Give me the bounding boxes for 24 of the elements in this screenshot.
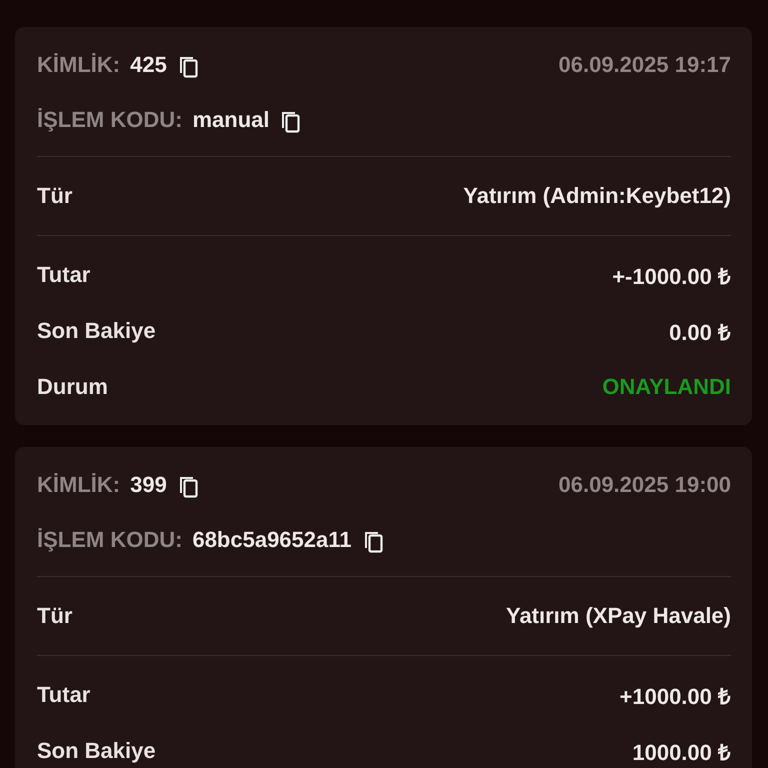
field-value: 1000.00 ₺ [632,739,731,766]
id-value: 399 [130,472,167,498]
transaction-date: 06.09.2025 19:00 [558,472,731,498]
code-label: İŞLEM KODU: [37,527,182,553]
code-value: 68bc5a9652a11 [192,527,352,553]
field-label: Tür [37,183,72,209]
field-label: Tutar [37,262,90,288]
id-label: KİMLİK: [37,472,120,498]
field-value: Yatırım (XPay Havale) [506,603,731,629]
status-value: ONAYLANDI [602,374,731,400]
field-value: +1000.00 ₺ [620,683,731,710]
field-value: 0.00 ₺ [669,319,731,346]
field-label: Tür [37,603,72,629]
field-value: Yatırım (Admin:Keybet12) [463,183,731,209]
code-label: İŞLEM KODU: [37,107,182,133]
field-value: +-1000.00 ₺ [612,263,731,290]
field-label: Son Bakiye [37,318,156,344]
field-label: Tutar [37,682,90,708]
id-label: KİMLİK: [37,52,120,78]
transaction-date: 06.09.2025 19:17 [558,52,731,78]
field-label: Durum [37,374,108,400]
id-value: 425 [130,52,167,78]
field-label: Son Bakiye [37,738,156,764]
code-value: manual [192,107,270,133]
